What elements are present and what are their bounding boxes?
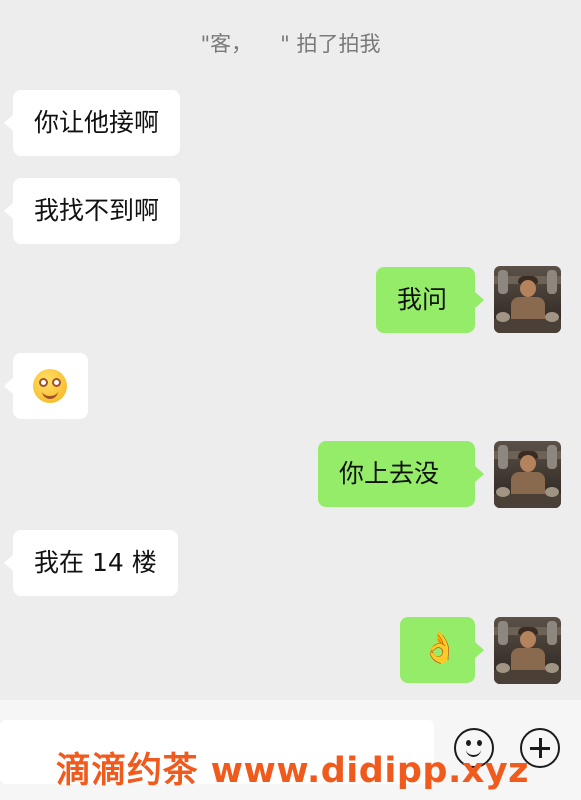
- avatar[interactable]: [494, 266, 561, 333]
- drooling-face-emoji-icon: [33, 369, 67, 403]
- message-bubble-left-emoji[interactable]: [4, 353, 88, 419]
- message-bubble-left[interactable]: 我找不到啊: [3, 178, 181, 244]
- system-pat-open: "客，: [200, 32, 253, 56]
- message-bubble-right-emoji[interactable]: 👌: [400, 617, 484, 683]
- avatar[interactable]: [494, 617, 561, 684]
- system-pat-message: "客， " 拍了拍我: [0, 28, 581, 58]
- avatar[interactable]: [494, 441, 561, 508]
- message-bubble-left[interactable]: 你让他接啊: [3, 90, 181, 156]
- message-text: 我在 14 楼: [34, 548, 157, 577]
- message-bubble-left[interactable]: 我在 14 楼: [4, 530, 178, 596]
- message-text: 我问: [397, 285, 448, 314]
- message-text: 我找不到啊: [34, 196, 160, 225]
- message-text: 你让他接啊: [34, 108, 160, 137]
- ok-hand-emoji-icon: 👌: [421, 631, 459, 666]
- message-bubble-right[interactable]: 我问: [376, 267, 484, 333]
- message-bubble-right[interactable]: 你上去没: [318, 441, 484, 507]
- message-text: 你上去没: [339, 459, 440, 488]
- watermark: 滴滴约茶 www.didipp.xyz: [56, 751, 530, 791]
- system-pat-text: " 拍了拍我: [280, 32, 381, 56]
